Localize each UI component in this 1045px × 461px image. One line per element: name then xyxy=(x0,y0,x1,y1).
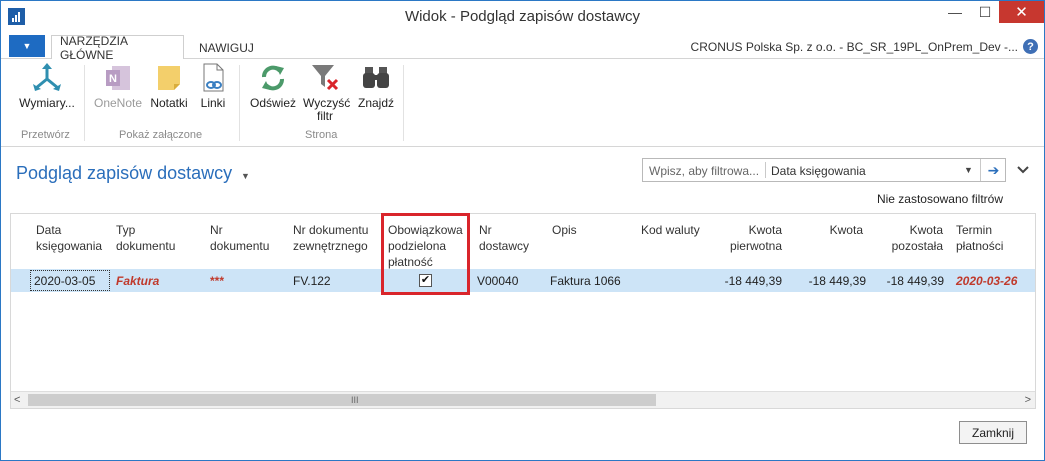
help-icon[interactable]: ? xyxy=(1023,39,1038,54)
tab-home[interactable]: NARZĘDZIA GŁÓWNE xyxy=(51,34,184,62)
cell-amount[interactable]: -18 449,39 xyxy=(793,274,866,288)
collapse-chevron-icon[interactable] xyxy=(1017,162,1029,178)
cell-original-amount[interactable]: -18 449,39 xyxy=(712,274,782,288)
chevron-down-icon[interactable]: ▼ xyxy=(964,165,973,175)
notes-button[interactable]: Notatki xyxy=(147,61,191,110)
scroll-right-arrow-icon[interactable]: > xyxy=(1025,394,1031,406)
scroll-left-arrow-icon[interactable]: < xyxy=(14,394,20,406)
refresh-label: Odśwież xyxy=(249,96,296,110)
close-button[interactable]: Zamknij xyxy=(959,421,1027,444)
cell-remaining-amount[interactable]: -18 449,39 xyxy=(873,274,944,288)
ribbon: Wymiary... Przetwórz N OneNote Notatki L… xyxy=(1,59,1044,147)
clear-filter-icon xyxy=(309,61,341,95)
dimensions-icon xyxy=(31,61,63,95)
links-label: Linki xyxy=(200,96,226,110)
dimensions-button[interactable]: Wymiary... xyxy=(17,61,77,110)
apply-filter-arrow-icon[interactable]: ➔ xyxy=(980,159,1006,181)
refresh-icon xyxy=(257,61,289,95)
links-button[interactable]: Linki xyxy=(195,61,231,110)
group-label-show-attached: Pokaż załączone xyxy=(119,129,203,141)
scrollbar-grip: III xyxy=(351,395,359,405)
split-payment-highlight-box xyxy=(381,213,470,295)
app-menu-button[interactable]: ▼ xyxy=(9,35,45,57)
window: Widok - Podgląd zapisów dostawcy — ☐ ✕ ▼… xyxy=(0,0,1045,461)
binoculars-icon xyxy=(360,61,392,95)
clear-filter-label: Wyczyść filtr xyxy=(303,96,351,123)
tab-navigate[interactable]: NAWIGUJ xyxy=(191,35,262,60)
column-header-remaining-amount[interactable]: Kwota pozostała xyxy=(873,222,943,254)
ribbon-tab-row: ▼ NARZĘDZIA GŁÓWNE NAWIGUJ CRONUS Polska… xyxy=(1,33,1044,62)
title-bar: Widok - Podgląd zapisów dostawcy — ☐ ✕ xyxy=(1,1,1044,32)
links-icon xyxy=(197,61,229,95)
column-header-original-amount[interactable]: Kwota pierwotna xyxy=(712,222,782,254)
group-separator xyxy=(84,65,85,141)
column-header-amount[interactable]: Kwota xyxy=(793,222,863,238)
scrollbar-thumb[interactable]: III xyxy=(28,394,656,406)
cell-document-no[interactable]: *** xyxy=(210,274,224,288)
page-title[interactable]: Podgląd zapisów dostawcy xyxy=(16,163,232,184)
cell-vendor-no[interactable]: V00040 xyxy=(477,274,518,288)
column-header-description[interactable]: Opis xyxy=(552,222,612,238)
group-separator xyxy=(239,65,240,141)
horizontal-scrollbar[interactable]: < III > xyxy=(11,391,1035,408)
company-name: CRONUS Polska Sp. z o.o. - BC_SR_19PL_On… xyxy=(690,40,1018,54)
cell-document-type[interactable]: Faktura xyxy=(116,274,159,288)
table-row[interactable]: 2020-03-05 Faktura *** FV.122 ✔ V00040 F… xyxy=(11,269,1035,292)
filter-status-text: Nie zastosowano filtrów xyxy=(876,192,1003,206)
close-window-button[interactable]: ✕ xyxy=(999,1,1044,23)
find-button[interactable]: Znajdź xyxy=(353,61,399,110)
cell-external-document-no[interactable]: FV.122 xyxy=(293,274,331,288)
filter-search-input[interactable]: Wpisz, aby filtrowa... xyxy=(649,164,759,178)
dimensions-label: Wymiary... xyxy=(19,96,75,110)
column-header-external-document-no[interactable]: Nr dokumentu zewnętrznego xyxy=(293,222,375,254)
window-title: Widok - Podgląd zapisów dostawcy xyxy=(404,8,641,25)
onenote-label: OneNote xyxy=(93,96,143,110)
notes-label: Notatki xyxy=(150,96,188,110)
title-dropdown-icon[interactable]: ▼ xyxy=(241,171,250,181)
cell-due-date[interactable]: 2020-03-26 xyxy=(956,274,1017,288)
column-header-document-no[interactable]: Nr dokumentu xyxy=(210,222,280,254)
vendor-ledger-grid: Data księgowania Typ dokumentu Nr dokume… xyxy=(10,213,1036,409)
onenote-button[interactable]: N OneNote xyxy=(91,61,145,110)
clear-filter-button[interactable]: Wyczyść filtr xyxy=(299,61,351,123)
find-label: Znajdź xyxy=(357,96,395,110)
column-header-due-date[interactable]: Termin płatności xyxy=(956,222,1026,254)
filter-field-select[interactable]: Data księgowania xyxy=(771,164,866,178)
column-header-posting-date[interactable]: Data księgowania xyxy=(36,222,106,254)
cell-description[interactable]: Faktura 1066 xyxy=(550,274,621,288)
group-separator xyxy=(403,65,404,141)
refresh-button[interactable]: Odśwież xyxy=(247,61,299,110)
group-label-process: Przetwórz xyxy=(21,129,70,141)
maximize-button[interactable]: ☐ xyxy=(969,1,1001,23)
svg-text:N: N xyxy=(109,73,117,85)
column-header-currency-code[interactable]: Kod waluty xyxy=(641,222,711,238)
notes-icon xyxy=(153,61,185,95)
filter-bar: Wpisz, aby filtrowa... Data księgowania … xyxy=(642,158,1006,182)
cell-posting-date[interactable]: 2020-03-05 xyxy=(34,274,95,288)
group-label-page: Strona xyxy=(305,129,338,141)
column-header-vendor-no[interactable]: Nr dostawcy xyxy=(479,222,539,254)
onenote-icon: N xyxy=(102,61,134,95)
column-header-document-type[interactable]: Typ dokumentu xyxy=(116,222,186,254)
minimize-button[interactable]: — xyxy=(939,1,971,23)
